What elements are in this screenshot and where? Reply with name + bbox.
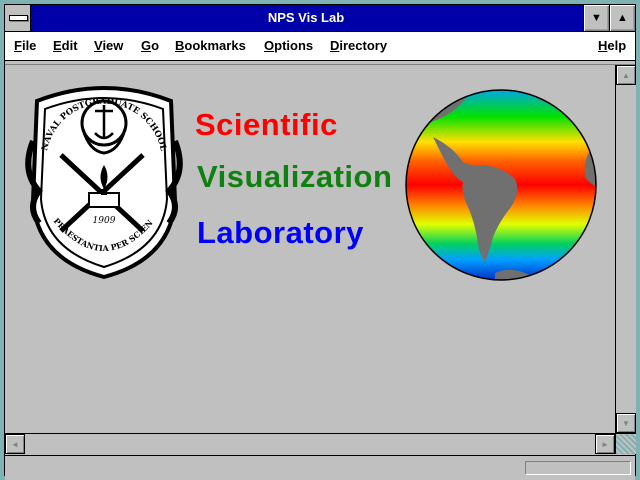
menu-bookmarks[interactable]: Bookmarks (175, 38, 246, 53)
heading-scientific: Scientific (195, 107, 338, 142)
browser-window: NPS Vis Lab ▼ ▲ File Edit View Go Bookma… (0, 0, 640, 480)
scroll-left-icon: ◄ (11, 439, 19, 449)
scroll-up-icon: ▲ (622, 70, 630, 80)
maximize-button[interactable]: ▲ (609, 5, 635, 31)
menu-options[interactable]: Options (264, 38, 313, 53)
menu-directory[interactable]: Directory (330, 38, 387, 53)
minimize-icon: ▼ (591, 12, 602, 24)
progress-field (525, 461, 631, 475)
menu-file[interactable]: File (14, 38, 36, 53)
scroll-right-button[interactable]: ► (595, 434, 615, 454)
menu-go[interactable]: Go (141, 38, 159, 53)
heading-visualization: Visualization (197, 159, 393, 194)
seal-year: 1909 (93, 216, 116, 226)
window-client: NPS Vis Lab ▼ ▲ File Edit View Go Bookma… (4, 4, 636, 480)
horizontal-scrollbar[interactable]: ◄ ► (5, 433, 615, 454)
scroll-right-icon: ► (601, 439, 609, 449)
menu-view[interactable]: View (94, 38, 123, 53)
menu-help[interactable]: Help (598, 38, 626, 53)
status-bar (5, 455, 635, 480)
heading-laboratory: Laboratory (197, 215, 364, 250)
vertical-scrollbar[interactable]: ▲ ▼ (615, 65, 636, 433)
globe-image (405, 89, 597, 281)
title-bar[interactable]: NPS Vis Lab ▼ ▲ (5, 5, 635, 32)
menu-edit[interactable]: Edit (53, 38, 78, 53)
scroll-down-button[interactable]: ▼ (616, 413, 636, 433)
window-title: NPS Vis Lab (267, 10, 345, 25)
minimize-button[interactable]: ▼ (583, 5, 609, 31)
scroll-down-icon: ▼ (622, 418, 630, 428)
system-menu-icon[interactable] (5, 5, 31, 31)
menu-bar: File Edit View Go Bookmarks Options Dire… (5, 32, 635, 61)
scroll-left-button[interactable]: ◄ (5, 434, 25, 454)
scroll-up-button[interactable]: ▲ (616, 65, 636, 85)
page-viewport: NAVAL POSTGRADUATE SCHOOL PRAESTANTIA PE… (5, 65, 615, 433)
seal-logo: NAVAL POSTGRADUATE SCHOOL PRAESTANTIA PE… (25, 81, 183, 280)
resize-grip[interactable] (615, 433, 636, 454)
maximize-icon: ▲ (617, 12, 628, 24)
